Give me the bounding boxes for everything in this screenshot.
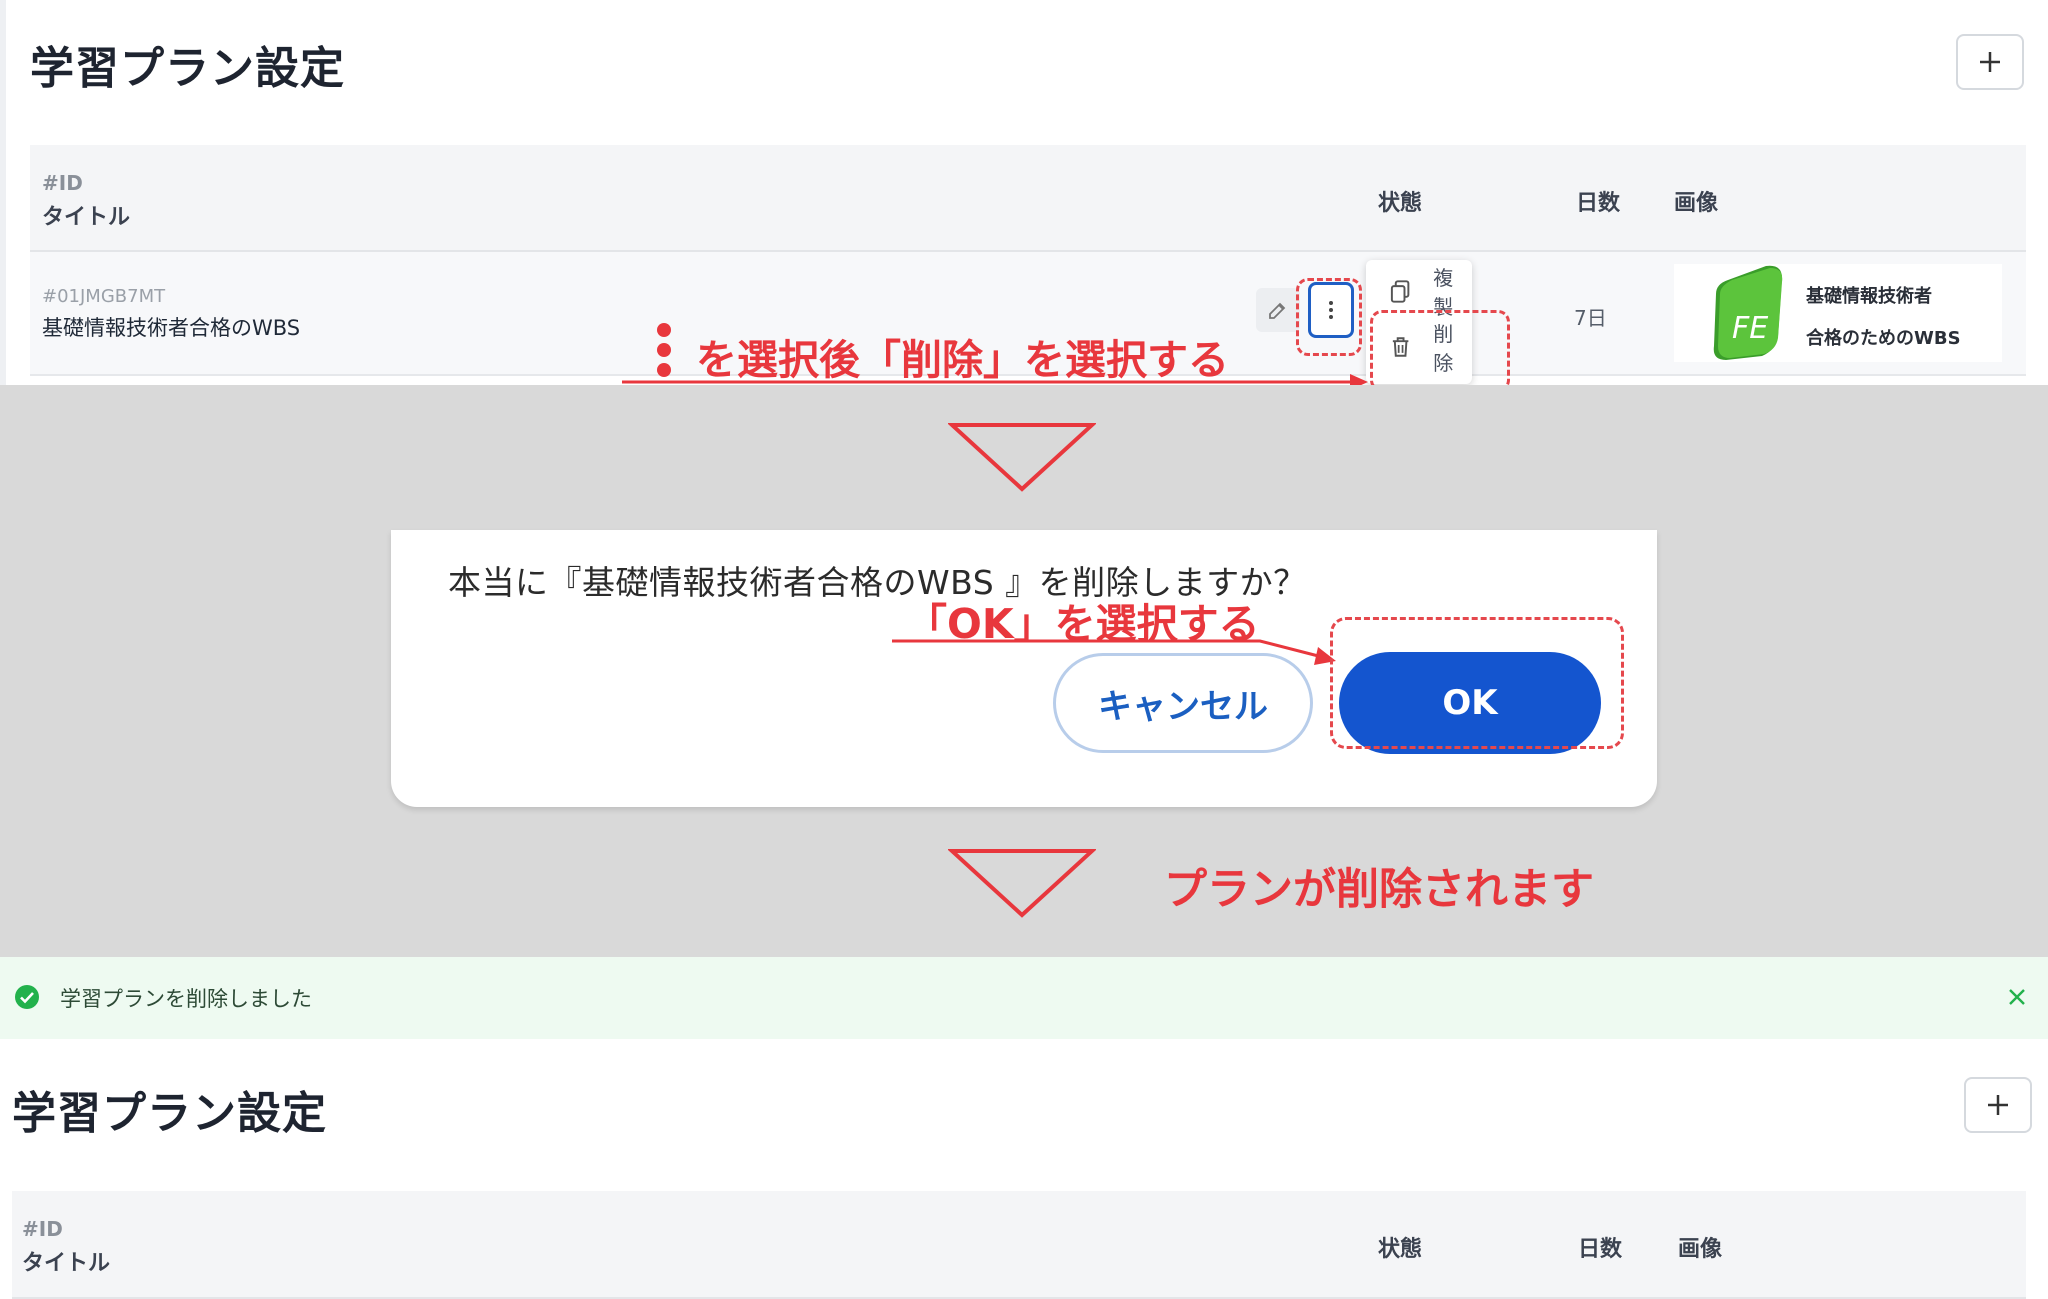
- success-toast: 学習プランを削除しました: [0, 957, 2048, 1039]
- plan-thumbnail: FE 基礎情報技術者 合格のためのWBS: [1674, 264, 2002, 362]
- step3-annotation: プランが削除されます: [1164, 865, 1594, 915]
- row-days: 7日: [1574, 306, 1607, 330]
- row-title: 基礎情報技術者合格のWBS: [42, 316, 301, 340]
- dialog-overlay: 本当に『基礎情報技術者合格のWBS 』を削除しますか？ キャンセル OK 「OK…: [0, 385, 2048, 957]
- table-header: #ID タイトル 状態 日数 画像: [12, 1191, 2026, 1299]
- title-header: タイトル: [42, 205, 131, 230]
- edit-button[interactable]: [1256, 288, 1300, 332]
- fe-logo: FE: [1713, 265, 1783, 360]
- table-header: #ID タイトル 状態 日数 画像: [30, 145, 2026, 252]
- status-header: 状態: [1378, 191, 1423, 216]
- plus-icon: [1988, 1095, 2008, 1115]
- down-arrow-icon: [948, 849, 1096, 918]
- ok-highlight: [1330, 617, 1624, 749]
- image-header: 画像: [1674, 191, 1719, 216]
- delete-highlight: [1370, 310, 1510, 392]
- plus-icon: [1980, 52, 2000, 72]
- row-id: #01JMGB7MT: [42, 286, 166, 307]
- fe-logo-text: FE: [1732, 311, 1768, 346]
- edit-icon: [1269, 302, 1286, 319]
- step2-arrow: [892, 639, 1336, 665]
- close-icon[interactable]: [2007, 987, 2027, 1007]
- status-header: 状態: [1378, 1237, 1423, 1262]
- add-plan-button[interactable]: [1956, 34, 2024, 90]
- kebab-highlight: [1296, 278, 1362, 356]
- copy-icon: [1390, 280, 1410, 303]
- page-title: 学習プラン設定: [12, 1088, 327, 1139]
- id-header: #ID: [42, 171, 83, 195]
- page-title: 学習プラン設定: [30, 43, 345, 94]
- plan-settings-before: 学習プラン設定 #ID タイトル 状態 日数 画像 #01JMGB7MT 基礎情…: [0, 0, 2048, 392]
- id-header: #ID: [22, 1217, 63, 1241]
- title-header: タイトル: [22, 1251, 111, 1276]
- left-edge-strip: [0, 0, 6, 385]
- thumbnail-line1: 基礎情報技術者: [1806, 286, 1932, 307]
- thumbnail-line2: 合格のためのWBS: [1806, 328, 1961, 349]
- days-header: 日数: [1576, 191, 1621, 216]
- check-circle-icon: [15, 985, 39, 1009]
- image-header: 画像: [1678, 1237, 1723, 1262]
- days-header: 日数: [1578, 1237, 1623, 1262]
- menu-item-copy[interactable]: 複製: [1366, 266, 1472, 319]
- toast-message: 学習プランを削除しました: [60, 987, 312, 1011]
- plan-settings-after: 学習プラン設定 #ID タイトル 状態 日数 画像: [0, 1039, 2048, 1299]
- down-arrow-icon: [948, 423, 1096, 492]
- add-plan-button[interactable]: [1964, 1077, 2032, 1133]
